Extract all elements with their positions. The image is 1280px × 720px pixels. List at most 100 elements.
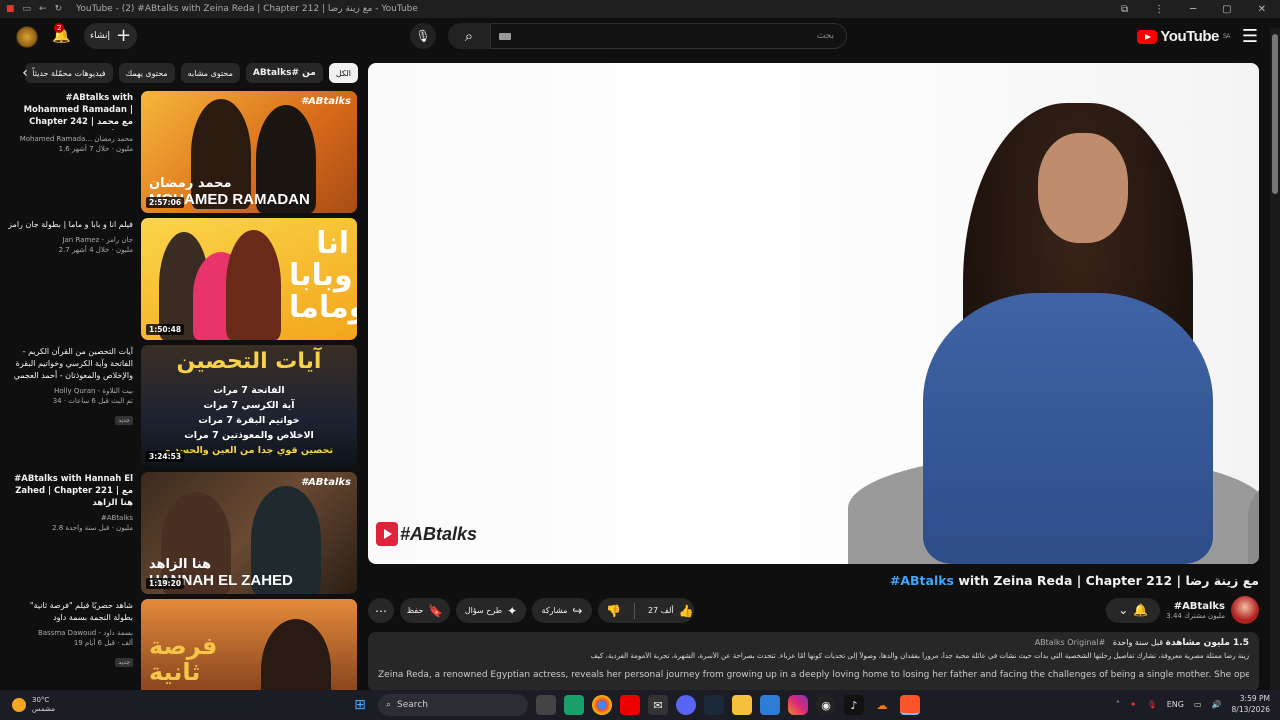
create-button[interactable]: إنشاء +: [84, 23, 137, 49]
account-avatar[interactable]: [16, 26, 38, 48]
chrome-icon[interactable]: [592, 695, 612, 715]
like-dislike-group: 👎 27 ألف 👍: [598, 598, 694, 623]
list-item[interactable]: #ABtalks with Mohammed Ramadan | Chapter…: [8, 91, 358, 218]
clock[interactable]: 3:59 PM 8/13/2026: [1232, 693, 1270, 715]
store-icon[interactable]: [760, 695, 780, 715]
rec-channel[interactable]: Jan Ramez - جان رامز: [8, 235, 133, 245]
save-button[interactable]: حفظ 🔖: [400, 598, 450, 623]
chip-all[interactable]: الكل: [328, 63, 358, 83]
chips-scroll-back-icon[interactable]: ‹: [14, 62, 36, 84]
minimize-button[interactable]: ─: [1190, 4, 1196, 15]
rec-title[interactable]: آيات التحصين من القرآن الكريم - الفاتحة …: [8, 346, 133, 382]
steam-icon[interactable]: [704, 695, 724, 715]
title-hashtag[interactable]: #ABtalks: [890, 573, 954, 588]
maximize-button[interactable]: ▢: [1222, 4, 1231, 15]
language-indicator[interactable]: ENG: [1167, 700, 1184, 709]
list-item[interactable]: آيات التحصين من القرآن الكريم - الفاتحة …: [8, 345, 358, 472]
description-tag[interactable]: #ABtalks Original: [1035, 638, 1106, 647]
recommendations-list: #ABtalks with Mohammed Ramadan | Chapter…: [8, 91, 358, 691]
dislike-icon[interactable]: 👎: [606, 604, 621, 618]
channel-avatar[interactable]: [1231, 596, 1259, 624]
more-options-icon[interactable]: ⋮: [1154, 4, 1164, 15]
microphone-icon: 🎙: [415, 29, 431, 43]
rec-thumbnail[interactable]: #ABtalks هنا الزاهد HANNAH EL ZAHED 1:19…: [141, 472, 357, 594]
microphone-tray-icon[interactable]: 🎙: [1147, 700, 1157, 709]
close-button[interactable]: ✕: [1258, 4, 1266, 15]
phone-link-icon[interactable]: [564, 695, 584, 715]
volume-icon[interactable]: 🔊: [1212, 700, 1222, 709]
rec-title[interactable]: #ABtalks with Mohammed Ramadan | Chapter…: [8, 92, 133, 130]
back-arrow-icon[interactable]: ←: [39, 4, 47, 14]
like-icon[interactable]: 👍: [679, 604, 694, 618]
video-player[interactable]: #ABtalks: [368, 63, 1259, 564]
chevron-down-icon: ⌄: [1118, 603, 1129, 617]
bookmark-icon: 🔖: [428, 603, 444, 618]
extensions-icon[interactable]: ⧉: [1121, 4, 1128, 15]
file-explorer-icon[interactable]: [732, 695, 752, 715]
thumb-tag: #ABtalks: [301, 477, 351, 488]
rec-thumbnail[interactable]: آيات التحصين الفاتحة 7 مرات آية الكرسي 7…: [141, 345, 357, 467]
new-badge: جديد: [115, 658, 133, 667]
channel-watermark[interactable]: #ABtalks: [376, 522, 477, 546]
filter-chips: الكل من #ABtalks محتوى مشابه محتوى يهمك …: [14, 62, 358, 84]
chip-from-channel[interactable]: من #ABtalks: [245, 63, 323, 83]
rec-title[interactable]: #ABtalks with Hannah El Zahed | Chapter …: [8, 473, 133, 509]
rec-title[interactable]: شاهد حصريًا فيلم "فرصة ثانية" بطولة النج…: [8, 600, 133, 624]
app-tray-icon[interactable]: ✦: [1130, 700, 1137, 709]
scrollbar-thumb[interactable]: [1272, 34, 1278, 194]
system-tray: ˄ ✦ 🎙 ENG ▭ 🔊 3:59 PM 8/13/2026: [1116, 693, 1270, 715]
discord-icon[interactable]: [676, 695, 696, 715]
brave-icon[interactable]: [900, 695, 920, 715]
rec-channel[interactable]: Holly Quran - بيت التلاوة: [8, 386, 133, 396]
list-item[interactable]: فيلم انا و بابا و ماما | بطولة جان رامز …: [8, 218, 358, 345]
notifications-bell-icon[interactable]: 🔔 2: [52, 23, 71, 44]
chip-recently-uploaded[interactable]: فيديوهات محمّلة حديثاً: [25, 63, 113, 83]
list-item[interactable]: شاهد حصريًا فيلم "فرصة ثانية" بطولة النج…: [8, 599, 358, 691]
rec-thumbnail[interactable]: #ABtalks محمد رمضان MOHAMED RAMADAN 2:57…: [141, 91, 357, 213]
youtube-app-icon[interactable]: [620, 695, 640, 715]
hamburger-menu-icon[interactable]: ☰: [1242, 26, 1258, 47]
chip-for-you[interactable]: محتوى يهمك: [118, 63, 175, 83]
keyboard-icon[interactable]: [499, 33, 511, 40]
description-box[interactable]: 1.5 مليون مشاهدة قبل سنة واحدة #ABtalks …: [368, 632, 1259, 692]
rec-channel[interactable]: #ABtalks: [8, 513, 133, 523]
page-scrollbar[interactable]: [1270, 28, 1280, 690]
rec-views: 2.8 مليون · قبل سنة واحدة: [52, 524, 133, 532]
tray-overflow-icon[interactable]: ˄: [1116, 700, 1120, 709]
rec-views: 34 · تم البث قبل 6 ساعات: [52, 397, 133, 405]
share-button[interactable]: مشاركة ↪: [532, 598, 592, 623]
sidebar-icon[interactable]: ▭: [23, 4, 32, 14]
rec-views: 1.6 مليون · خلال 7 أشهر: [58, 145, 133, 153]
temperature: 30°C: [32, 696, 50, 704]
soundcloud-icon[interactable]: ☁: [872, 695, 892, 715]
youtube-logo[interactable]: YouTube SA: [1137, 28, 1230, 45]
tiktok-icon[interactable]: ♪: [844, 695, 864, 715]
list-item[interactable]: #ABtalks with Hannah El Zahed | Chapter …: [8, 472, 358, 599]
mail-icon[interactable]: ✉: [648, 695, 668, 715]
thumb-caption-ar: هنا الزاهد: [149, 557, 212, 572]
rec-title[interactable]: فيلم انا و بابا و ماما | بطولة جان رامز: [8, 219, 133, 231]
instagram-icon[interactable]: [788, 695, 808, 715]
taskbar-search[interactable]: ⌕ Search: [378, 694, 528, 716]
voice-search-button[interactable]: 🎙: [410, 23, 436, 49]
browser-back-icon[interactable]: ■: [6, 4, 15, 14]
weather-widget[interactable]: 30°C مشمس: [0, 696, 55, 714]
share-label: مشاركة: [541, 606, 568, 615]
reload-icon[interactable]: ↻: [55, 4, 63, 14]
ask-button[interactable]: طرح سؤال ✦: [456, 598, 526, 623]
windows-start-icon[interactable]: ⊞: [350, 695, 370, 715]
clock-date: 8/13/2026: [1231, 705, 1270, 714]
more-actions-button[interactable]: ⋯: [368, 598, 394, 623]
rec-thumbnail[interactable]: انا وبابا وماما 1:50:48: [141, 218, 357, 340]
task-view-icon[interactable]: [536, 695, 556, 715]
search-button[interactable]: ⌕: [448, 23, 490, 49]
search-input[interactable]: بحث: [490, 23, 847, 49]
rec-channel[interactable]: Mohamed Ramada... محمد رمضان: [8, 134, 133, 144]
obs-icon[interactable]: ◉: [816, 695, 836, 715]
chip-related[interactable]: محتوى مشابه: [180, 63, 240, 83]
subscribe-bell-button[interactable]: ⌄ 🔔: [1106, 597, 1161, 623]
network-icon[interactable]: ▭: [1194, 700, 1202, 709]
channel-name[interactable]: #ABtalks: [1166, 601, 1225, 612]
rec-thumbnail[interactable]: فرصة ثانية: [141, 599, 357, 691]
rec-channel[interactable]: Bassma Dawoud - بسمة داود: [8, 628, 133, 638]
